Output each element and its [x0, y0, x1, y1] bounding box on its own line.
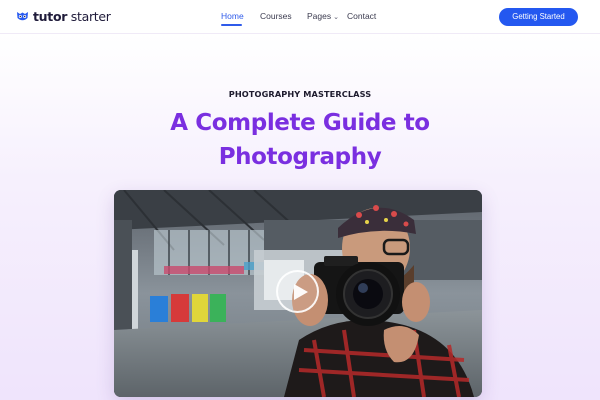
nav-active-indicator [221, 24, 242, 26]
nav-home[interactable]: Home [221, 11, 244, 21]
getting-started-button[interactable]: Getting Started [499, 8, 578, 26]
nav-pages-label: Pages [307, 11, 332, 21]
logo[interactable]: tutor starter [16, 9, 111, 24]
owl-logo-icon [17, 12, 28, 21]
hero-title-line2: Photography [218, 144, 382, 170]
logo-text-light: starter [67, 9, 111, 24]
logo-text: tutor starter [33, 9, 111, 24]
nav-contact[interactable]: Contact [347, 11, 376, 21]
hero-title: A Complete Guide to Photography [0, 106, 600, 174]
logo-text-bold: tutor [33, 9, 68, 24]
hero-title-line1: A Complete Guide to [170, 110, 430, 136]
site-header: tutor starter Home Courses Pages ⌄ Contac… [0, 0, 600, 34]
play-icon [294, 284, 308, 300]
hero-eyebrow: PHOTOGRAPHY MASTERCLASS [228, 89, 372, 99]
nav-pages[interactable]: Pages ⌄ [307, 11, 339, 21]
chevron-down-icon: ⌄ [333, 14, 339, 21]
play-button[interactable] [276, 270, 319, 313]
nav-courses[interactable]: Courses [260, 11, 292, 21]
